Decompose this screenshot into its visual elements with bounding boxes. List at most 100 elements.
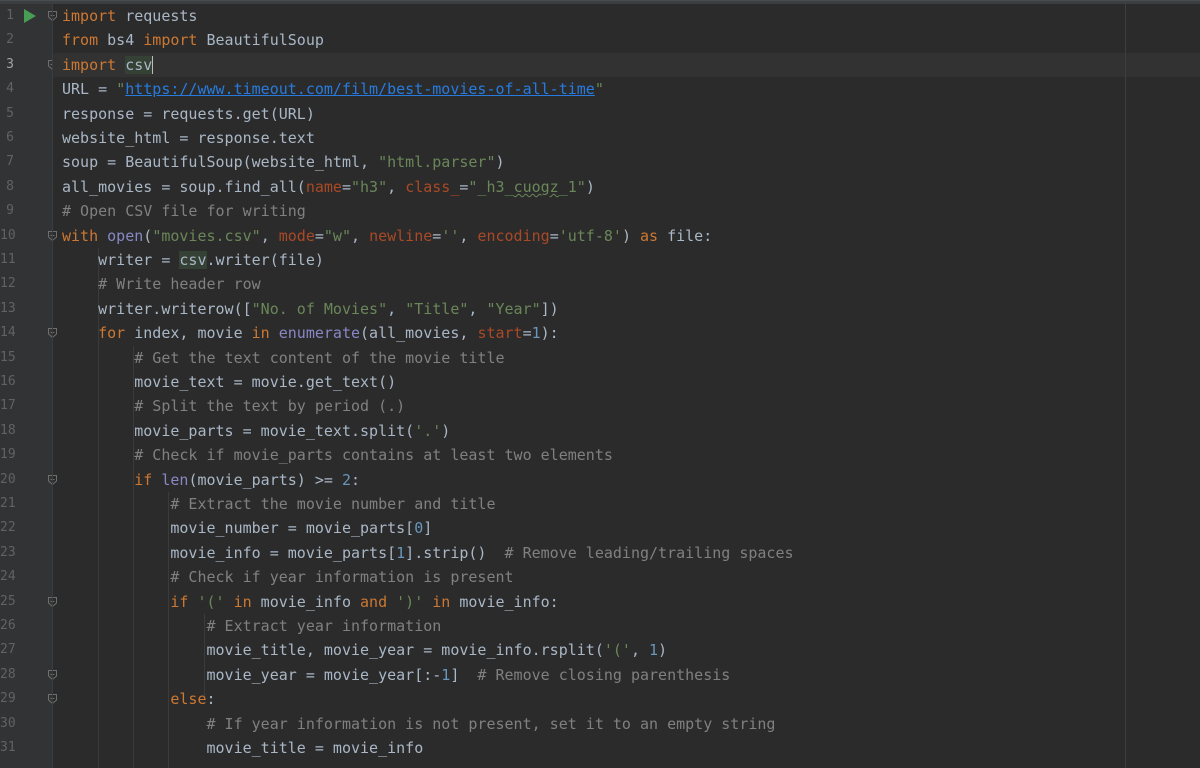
code-line[interactable]: # Check if year information is present: [62, 565, 514, 589]
code-line[interactable]: # Split the text by period (.): [62, 394, 405, 418]
code-token: from: [62, 31, 99, 50]
code-line[interactable]: # Check if movie_parts contains at least…: [62, 443, 613, 467]
code-token: start: [477, 324, 523, 343]
code-token: movie_parts = movie_text.split(: [62, 421, 415, 440]
run-play-icon[interactable]: [24, 9, 36, 23]
code-token: # Remove closing parenthesis: [477, 665, 731, 684]
code-token: .writer(file): [206, 251, 324, 269]
line-number: 20: [0, 471, 16, 487]
code-line[interactable]: website_html = response.text: [62, 126, 315, 150]
code-token: "_h3_: [468, 177, 514, 196]
code-line[interactable]: # Extract the movie number and title: [62, 492, 495, 516]
code-token: "No. of Movies": [251, 299, 388, 318]
code-token: movie_title, movie_year = movie_info.rsp…: [62, 641, 604, 660]
line-number-gutter[interactable]: 1 2 3 4 5 6 7 8 9 10 11 12 13 14 15 16 17 18 19 20 21 22 23 24 2…: [0, 4, 57, 768]
code-token: (movie_parts) >=: [188, 470, 342, 489]
right-margin-guide: [1125, 4, 1126, 768]
code-token: ,: [468, 299, 487, 318]
line-number: 4: [6, 81, 14, 97]
code-token: website_html = response.text: [62, 129, 315, 147]
code-line[interactable]: import requests: [62, 4, 197, 28]
line-number: 7: [6, 154, 14, 170]
code-token: in: [251, 324, 270, 343]
code-token: '(': [197, 592, 225, 611]
code-token: ,: [387, 299, 406, 318]
current-line-highlight: [53, 52, 1200, 77]
code-line[interactable]: # Open CSV file for writing: [62, 199, 306, 223]
code-line[interactable]: movie_title = movie_info: [62, 736, 423, 760]
code-token: movie_info = movie_parts[: [62, 543, 397, 562]
code-token: ,: [351, 226, 370, 245]
code-line[interactable]: # Write header row: [62, 272, 261, 296]
code-token: file:: [658, 226, 713, 245]
code-token: as: [640, 226, 659, 245]
code-line[interactable]: with open("movies.csv", mode="w", newlin…: [62, 224, 712, 248]
code-token: # Get the text content of the movie titl…: [134, 348, 505, 367]
code-line[interactable]: response = requests.get(URL): [62, 102, 315, 126]
code-token: "w": [323, 226, 351, 245]
code-token: # Extract year information: [206, 617, 442, 635]
code-token: movie_info:: [450, 592, 559, 611]
code-line[interactable]: movie_parts = movie_text.split('.'): [62, 419, 450, 443]
code-token: "h3": [351, 177, 388, 196]
line-number: 19: [0, 447, 16, 463]
code-line[interactable]: # If year information is not present, se…: [62, 712, 776, 736]
code-token: # Check if year information is present: [170, 568, 514, 587]
code-line[interactable]: for index, movie in enumerate(all_movies…: [62, 321, 559, 345]
code-token: :: [206, 690, 216, 709]
code-token: # Split the text by period (.): [134, 397, 406, 416]
code-token: for: [98, 324, 126, 343]
code-line[interactable]: else:: [62, 687, 216, 711]
code-line[interactable]: movie_text = movie.get_text(): [62, 370, 396, 394]
code-line[interactable]: movie_number = movie_parts[0]: [62, 516, 432, 540]
code-line[interactable]: if '(' in movie_info and ')' in movie_in…: [62, 590, 559, 614]
code-line[interactable]: movie_title, movie_year = movie_info.rsp…: [62, 638, 667, 662]
code-line[interactable]: URL = "https://www.timeout.com/film/best…: [62, 77, 604, 101]
code-line[interactable]: writer.writerow(["No. of Movies", "Title…: [62, 297, 559, 321]
code-token: 1: [649, 641, 659, 660]
code-line[interactable]: soup = BeautifulSoup(website_html, "html…: [62, 150, 505, 174]
code-token: 1: [441, 665, 451, 684]
code-token: else: [170, 690, 207, 709]
code-token: index, movie: [125, 324, 252, 343]
code-line[interactable]: all_movies = soup.find_all(name="h3", cl…: [62, 175, 595, 199]
line-number: 2: [6, 32, 14, 48]
code-token: open: [107, 226, 144, 245]
code-token: # Write header row: [98, 275, 261, 294]
line-number: 14: [0, 325, 16, 341]
code-token: ,: [630, 641, 650, 660]
line-number: 30: [0, 715, 16, 731]
code-token: # Check if movie_parts contains at least…: [134, 446, 613, 465]
code-token: enumerate: [278, 324, 361, 343]
code-line[interactable]: # Get the text content of the movie titl…: [62, 346, 505, 370]
code-token: movie_info: [251, 592, 361, 611]
line-number: 23: [0, 544, 16, 560]
code-token: URL =: [62, 80, 117, 99]
code-line[interactable]: if len(movie_parts) >= 2:: [62, 468, 360, 492]
code-line[interactable]: from bs4 import BeautifulSoup: [62, 28, 324, 52]
code-token: ): [441, 421, 451, 440]
line-number: 25: [0, 593, 16, 609]
code-token: newline: [369, 226, 433, 245]
code-token: "movies.csv": [152, 226, 261, 245]
code-token: ,: [387, 177, 406, 196]
code-line[interactable]: writer = csv.writer(file): [62, 248, 324, 272]
line-number: 11: [0, 252, 16, 267]
code-line[interactable]: movie_info = movie_parts[1].strip() # Re…: [62, 541, 793, 565]
code-line[interactable]: # Extract year information: [62, 614, 442, 638]
code-line[interactable]: import csv: [62, 53, 154, 77]
line-number: 17: [0, 398, 16, 414]
code-token: len: [161, 470, 189, 489]
code-token: cuogz: [513, 177, 559, 196]
code-line[interactable]: movie_year = movie_year[:-1] # Remove cl…: [62, 663, 730, 687]
code-editor[interactable]: import requests from bs4 import Beautiful…: [53, 4, 1200, 768]
code-token: ": [594, 80, 604, 99]
